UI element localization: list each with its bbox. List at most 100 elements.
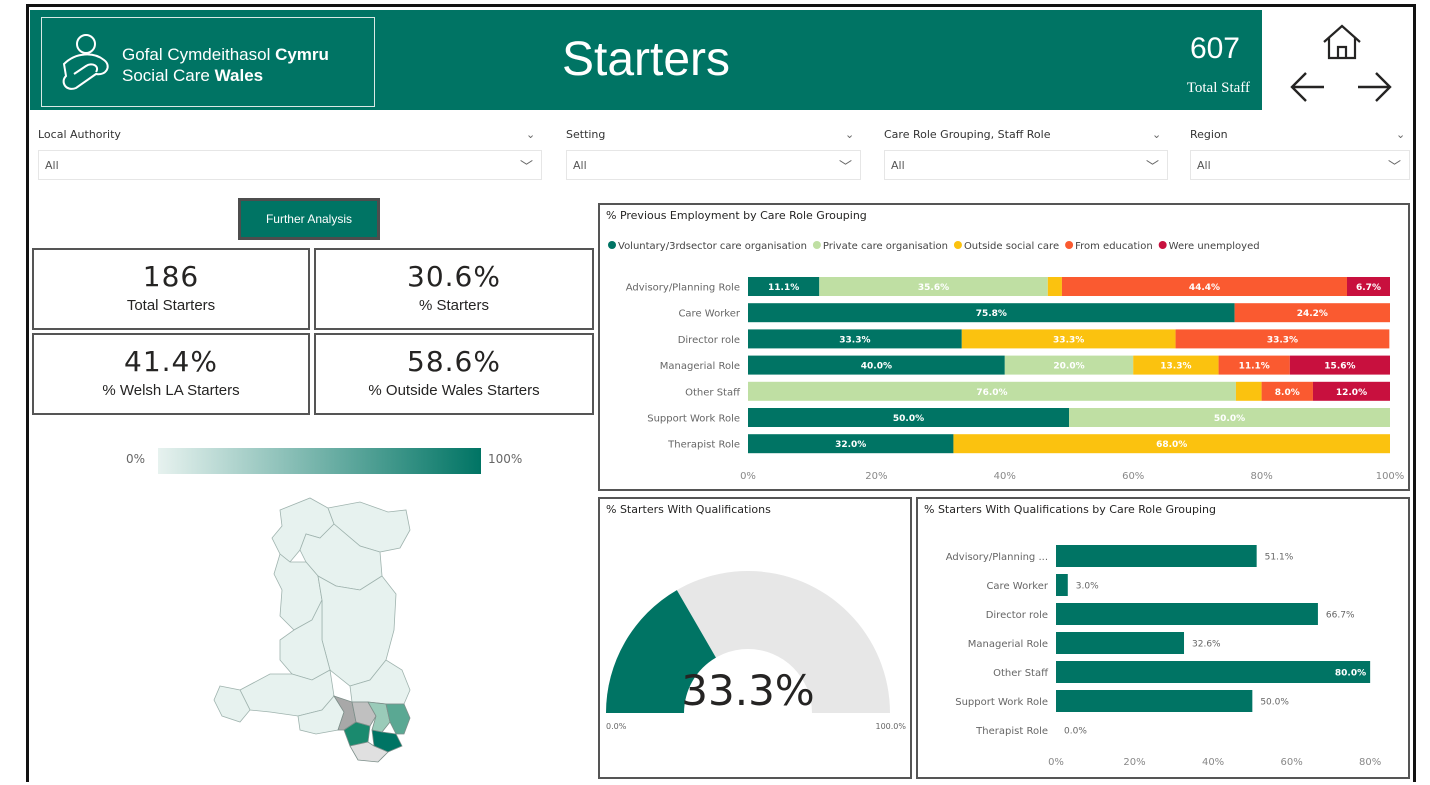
region-dropdown[interactable]: All ﹀ [1190,150,1410,180]
kpi-value: 41.4% [124,345,218,378]
further-analysis-button[interactable]: Further Analysis [238,198,380,240]
slicer-value: All [1197,159,1211,172]
qualifications-by-role-panel: % Starters With Qualifications by Care R… [916,497,1410,779]
previous-employment-chart[interactable]: Voluntary/3rdsector care organisation Pri… [600,205,1408,489]
care-role-dropdown[interactable]: All ﹀ [884,150,1168,180]
map-region-newport [385,703,411,735]
bar [1056,690,1253,712]
data-label: 40.0% [861,362,892,372]
legend-marker [953,241,962,249]
data-label: 15.6% [1324,362,1355,372]
category-label: Therapist Role [667,440,740,451]
data-label: 33.3% [839,335,870,345]
bar [1056,545,1257,567]
data-label: 12.0% [1336,388,1367,398]
setting-dropdown[interactable]: All ﹀ [566,150,861,180]
arrow-left-icon[interactable] [1290,70,1326,104]
wales-map[interactable] [210,490,470,780]
legend-label: Voluntary/3rdsector care organisation [618,241,807,252]
x-tick-label: 40% [994,471,1016,482]
slicer-setting[interactable]: Setting ⌄ All ﹀ [558,128,861,184]
category-label: Care Worker [986,581,1048,592]
data-label: 50.0% [1214,414,1245,424]
data-label: 11.1% [768,283,799,293]
data-label: 11.1% [1239,362,1270,372]
collapse-chevron-icon[interactable]: ⌄ [1152,128,1161,141]
arrow-right-icon[interactable] [1356,70,1392,104]
kpi-value: 30.6% [407,260,501,293]
data-label: 76.0% [976,388,1007,398]
chevron-down-icon[interactable]: ﹀ [520,156,533,175]
map-legend-max: 100% [488,452,523,466]
slicer-label: Region [1190,128,1228,141]
data-label: 80.0% [1335,669,1366,679]
x-tick-label: 80% [1250,471,1272,482]
legend-marker [1158,241,1167,249]
category-label: Care Worker [678,309,740,320]
category-label: Managerial Role [968,639,1048,650]
slicer-care-role[interactable]: Care Role Grouping, Staff Role ⌄ All ﹀ [876,128,1168,184]
slicer-label: Local Authority [38,128,121,141]
map-legend-min: 0% [126,452,146,466]
total-staff-value: 607 [1189,32,1240,65]
collapse-chevron-icon[interactable]: ⌄ [845,128,854,141]
home-icon[interactable] [1320,22,1364,62]
gauge-min-label: 0.0% [606,722,627,731]
slicer-value: All [891,159,905,172]
x-tick-label: 40% [1202,757,1224,768]
kpi-label: % Starters [418,297,490,314]
x-tick-label: 0% [740,471,756,482]
data-label: 13.3% [1160,362,1191,372]
page-title: Starters [561,33,731,86]
qualifications-gauge[interactable]: 33.3% 0.0% 100.0% [600,499,910,777]
kpi-total-starters: 186 Total Starters [32,248,310,330]
category-label: Advisory/Planning ... [946,552,1048,563]
slicer-region[interactable]: Region ⌄ All ﹀ [1182,128,1410,184]
local-authority-dropdown[interactable]: All ﹀ [38,150,542,180]
bar [1056,632,1185,654]
category-label: Director role [986,610,1048,621]
kpi-label: % Outside Wales Starters [368,382,540,399]
kpi-pct-starters: 30.6% % Starters [314,248,594,330]
kpi-label: % Welsh LA Starters [102,382,240,399]
data-label: 68.0% [1156,440,1187,450]
collapse-chevron-icon[interactable]: ⌄ [1396,128,1405,141]
category-label: Other Staff [993,668,1049,679]
stacked-bar-segment [1047,277,1062,296]
chevron-down-icon[interactable]: ﹀ [1388,156,1401,175]
kpi-value: 58.6% [407,345,501,378]
slicer-value: All [45,159,59,172]
total-staff-label: Total Staff [1186,80,1250,96]
category-label: Other Staff [685,387,741,398]
legend-marker [608,241,616,249]
bar [1056,603,1318,625]
data-label: 50.0% [1260,698,1289,708]
qualifications-by-role-chart[interactable]: Advisory/Planning ... 51.1% Care Worker 3.0… [918,499,1408,777]
chevron-down-icon[interactable]: ﹀ [839,156,852,175]
x-tick-label: 20% [1123,757,1145,768]
legend-marker [1065,241,1074,249]
slicer-local-authority[interactable]: Local Authority ⌄ All ﹀ [30,128,542,184]
kpi-label: Total Starters [126,297,216,314]
x-tick-label: 100% [1376,471,1405,482]
bar [1056,574,1068,596]
chevron-down-icon[interactable]: ﹀ [1146,156,1159,175]
data-label: 3.0% [1076,582,1099,592]
category-label: Support Work Role [647,414,740,425]
data-label: 8.0% [1275,388,1300,398]
data-label: 0.0% [1064,727,1087,737]
data-label: 66.7% [1326,611,1355,621]
data-label: 51.1% [1265,553,1294,563]
x-tick-label: 20% [865,471,887,482]
data-label: 20.0% [1053,362,1084,372]
gauge-value-label: 33.3% [681,666,814,715]
data-label: 6.7% [1356,283,1381,293]
legend-label: Outside social care [964,241,1059,252]
data-label: 50.0% [893,414,924,424]
x-tick-label: 0% [1048,757,1064,768]
slicer-label: Setting [566,128,606,141]
collapse-chevron-icon[interactable]: ⌄ [526,128,535,141]
kpi-outside-wales-starters: 58.6% % Outside Wales Starters [314,333,594,415]
kpi-welsh-la-starters: 41.4% % Welsh LA Starters [32,333,310,415]
data-label: 44.4% [1189,283,1220,293]
